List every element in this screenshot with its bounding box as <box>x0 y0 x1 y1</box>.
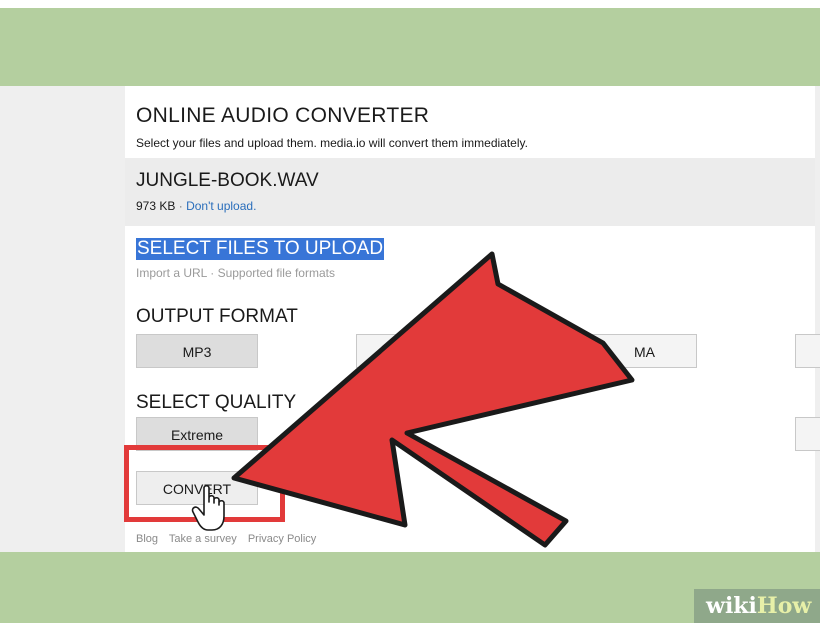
watermark-how: How <box>756 593 812 619</box>
watermark-wiki: wiki <box>706 593 757 619</box>
red-arrow-shape <box>231 251 635 548</box>
watermark-text: wikiHow <box>706 593 811 619</box>
hand-pointer-icon <box>191 484 225 531</box>
wikihow-watermark: wikiHow <box>694 589 820 623</box>
screenshot-frame: ONLINE AUDIO CONVERTER Select your files… <box>0 0 820 623</box>
red-arrow-annotation <box>191 251 635 548</box>
